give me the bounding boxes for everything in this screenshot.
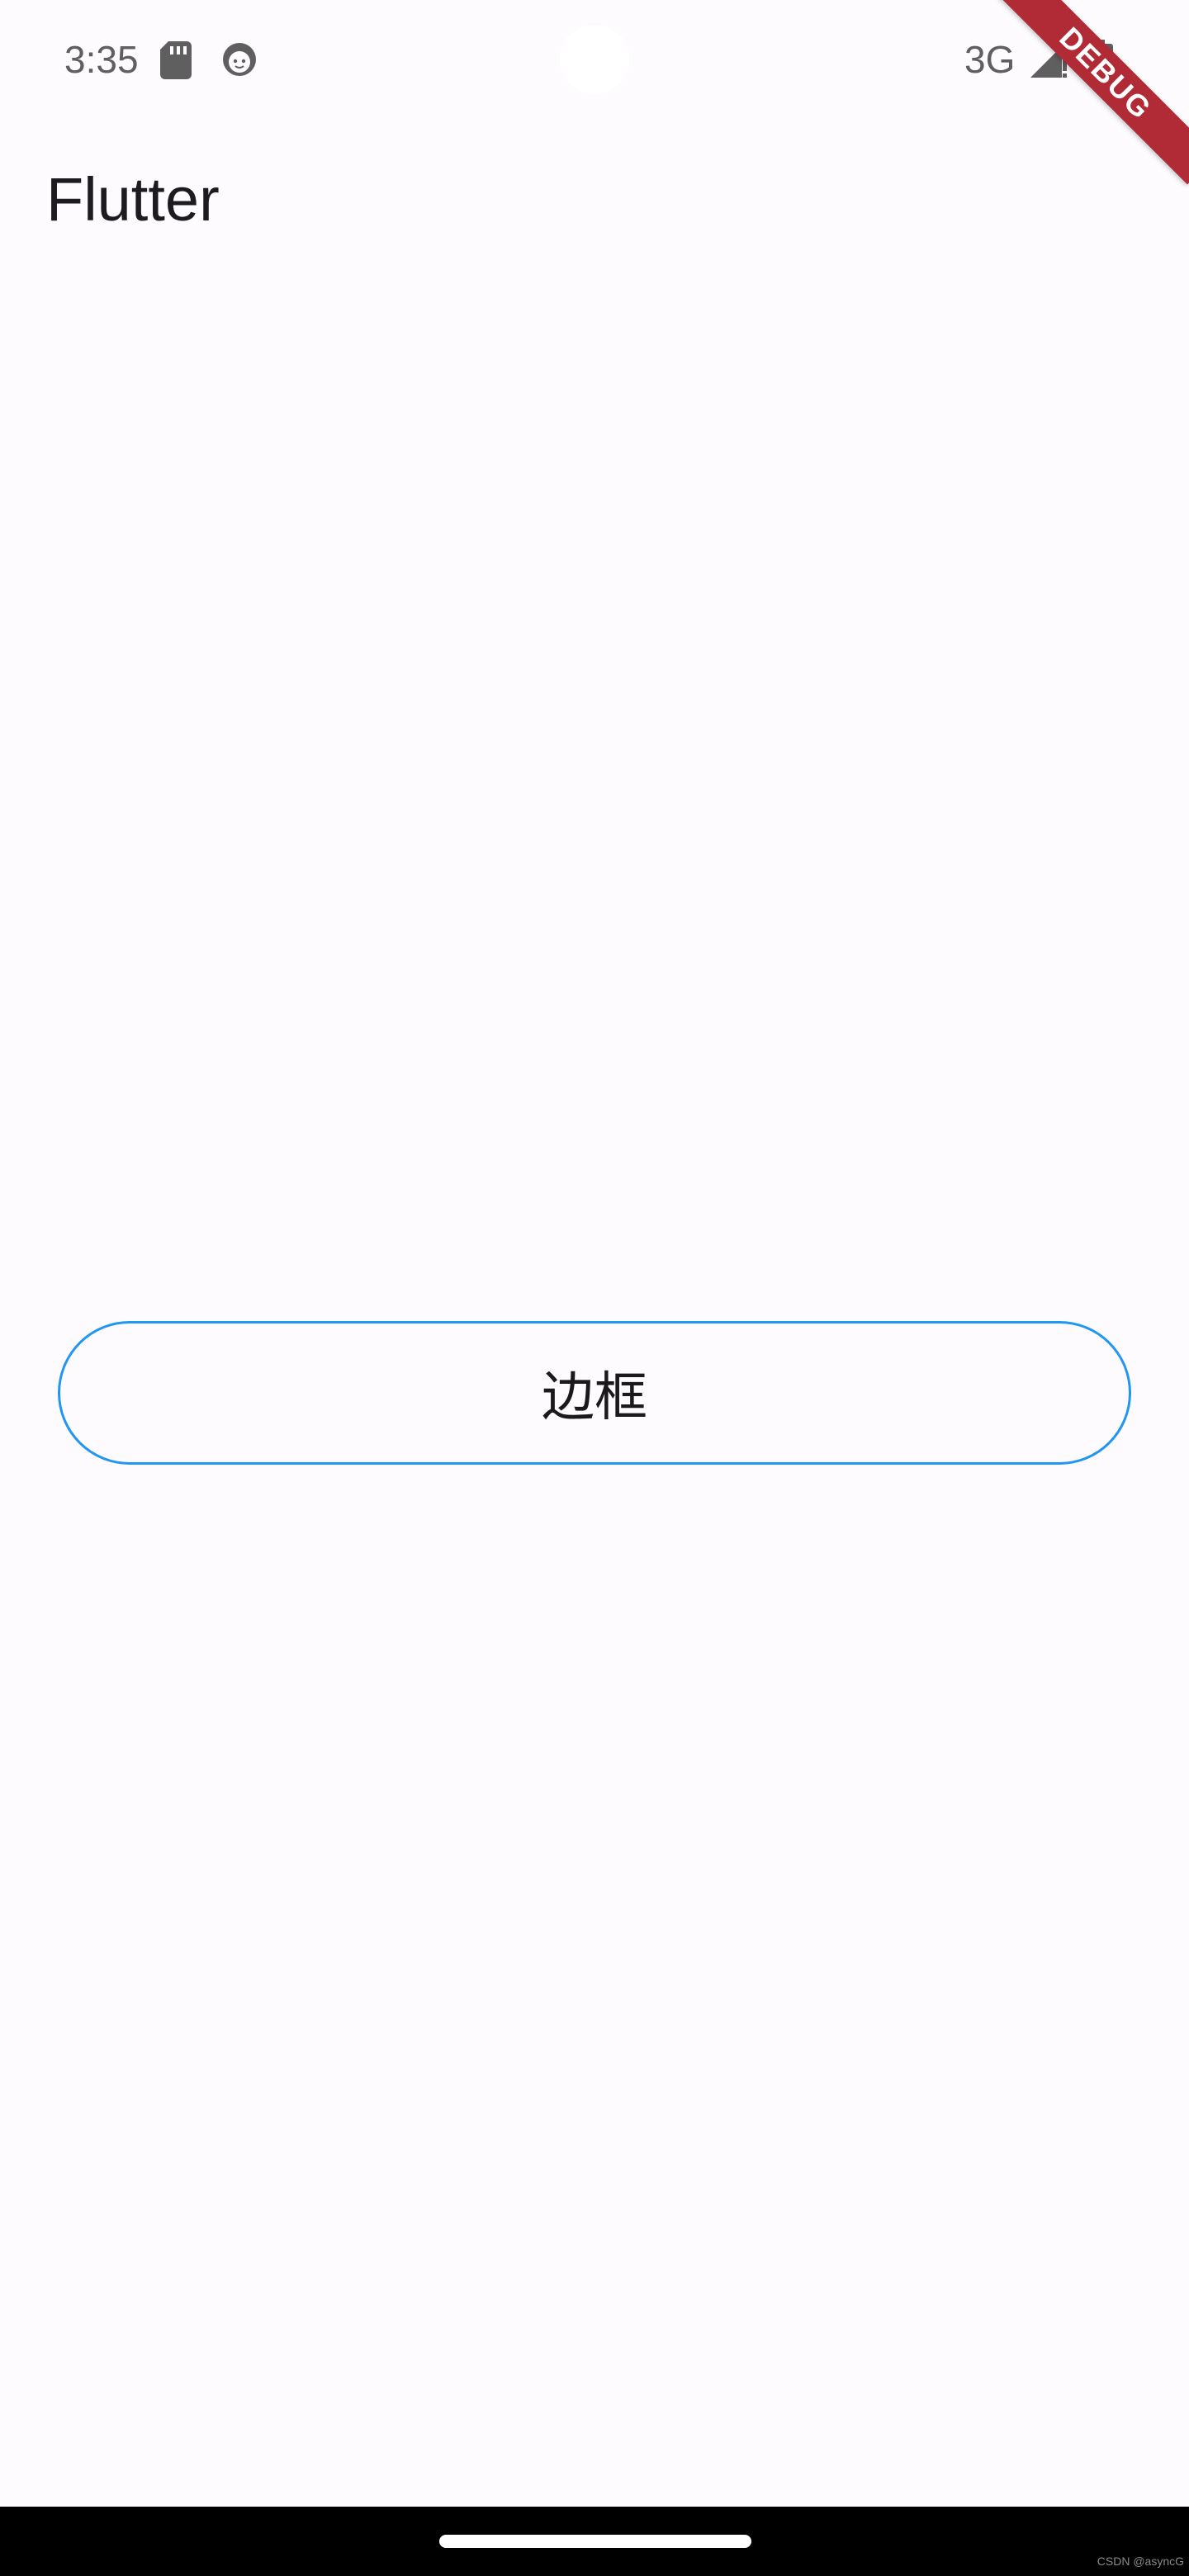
status-time: 3:35 [64,38,139,81]
network-type: 3G [964,38,1016,81]
system-navigation-bar [0,2507,1189,2576]
face-icon [223,43,256,76]
outlined-border-button[interactable]: 边框 [58,1321,1131,1465]
home-indicator[interactable] [439,2535,751,2548]
app-bar-title: Flutter [46,165,220,234]
watermark: CSDN @asyncG [1097,2555,1184,2568]
status-bar: 3:35 3G [0,0,1189,116]
camera-cutout [560,25,629,94]
outlined-button-label: 边框 [542,1367,647,1428]
sd-card-icon [160,41,192,79]
